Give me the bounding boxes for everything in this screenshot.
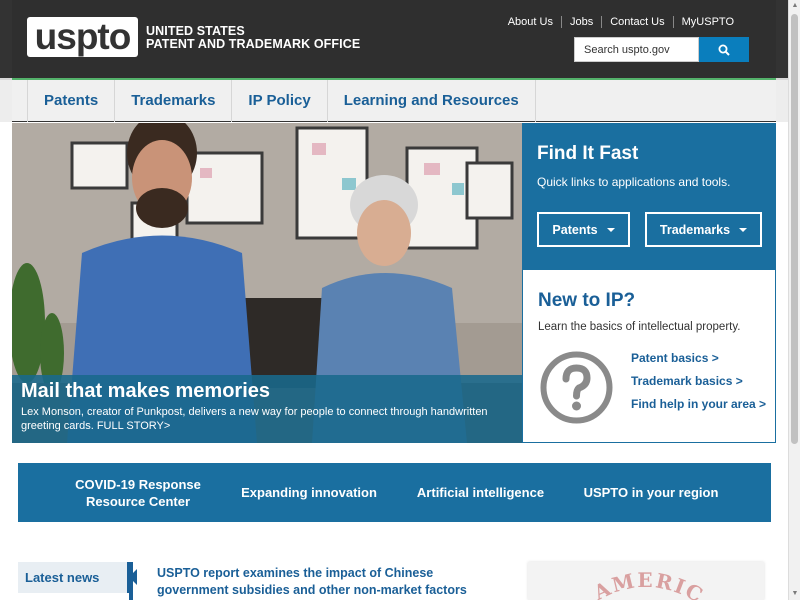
patent-basics-link[interactable]: Patent basics > (631, 352, 766, 365)
nav-item-trademarks[interactable]: Trademarks (115, 80, 233, 122)
trademark-basics-link[interactable]: Trademark basics > (631, 375, 766, 388)
latest-news-label: Latest news (25, 570, 100, 585)
nav-side-right (776, 78, 788, 122)
new-to-ip-links: Patent basics > Trademark basics > Find … (631, 352, 766, 421)
scrollbar-thumb[interactable] (791, 14, 798, 444)
scroll-down-arrow-icon[interactable]: ▼ (790, 588, 800, 600)
page: uspto UNITED STATES PATENT AND TRADEMARK… (0, 0, 788, 600)
find-it-fast-panel: Find It Fast Quick links to applications… (522, 123, 776, 270)
feature-band: COVID-19 Response Resource Center Expand… (18, 463, 771, 522)
about-us-link[interactable]: About Us (500, 16, 561, 28)
search-bar (574, 37, 749, 62)
search-icon (718, 44, 730, 56)
main-nav: Patents Trademarks IP Policy Learning an… (12, 78, 776, 122)
trademarks-dropdown-label: Trademarks (659, 222, 731, 237)
new-to-ip-title: New to IP? (538, 290, 636, 311)
nav-item-learning-resources[interactable]: Learning and Resources (328, 80, 536, 122)
find-help-link[interactable]: Find help in your area > (631, 398, 766, 411)
news-divider (129, 562, 133, 600)
find-it-fast-subtitle: Quick links to applications and tools. (537, 175, 731, 189)
hero-description[interactable]: Lex Monson, creator of Punkpost, deliver… (21, 406, 513, 433)
patents-dropdown-button[interactable]: Patents (537, 212, 630, 247)
org-name: UNITED STATES PATENT AND TRADEMARK OFFIC… (146, 25, 360, 51)
trademarks-dropdown-button[interactable]: Trademarks (645, 212, 762, 247)
band-link-expanding-innovation[interactable]: Expanding innovation (238, 484, 380, 501)
nav-item-patents[interactable]: Patents (27, 80, 116, 122)
band-link-covid[interactable]: COVID-19 Response Resource Center (73, 476, 203, 510)
contact-us-link[interactable]: Contact Us (601, 16, 672, 28)
hero-banner[interactable]: Mail that makes memories Lex Monson, cre… (12, 123, 522, 443)
stamp-card[interactable]: AMERICAN (528, 562, 764, 600)
hero-title[interactable]: Mail that makes memories (21, 379, 513, 403)
band-link-uspto-region[interactable]: USPTO in your region (580, 484, 722, 501)
jobs-link[interactable]: Jobs (560, 16, 601, 28)
page-scrollbar[interactable]: ▲ ▼ (788, 0, 800, 600)
header: uspto UNITED STATES PATENT AND TRADEMARK… (0, 0, 788, 78)
caret-down-icon (739, 227, 748, 232)
search-button[interactable] (699, 37, 749, 62)
uspto-logo[interactable]: uspto (27, 17, 138, 57)
caret-down-icon (606, 227, 615, 232)
new-to-ip-subtitle: Learn the basics of intellectual propert… (538, 321, 741, 333)
latest-news-tab[interactable]: Latest news (18, 562, 137, 593)
nav-side-left (0, 78, 12, 122)
question-icon (540, 351, 613, 424)
org-name-line2: PATENT AND TRADEMARK OFFICE (146, 37, 361, 51)
find-it-fast-title: Find It Fast (537, 143, 639, 164)
news-headline-link[interactable]: USPTO report examines the impact of Chin… (157, 565, 477, 599)
myuspto-link[interactable]: MyUSPTO (672, 16, 742, 28)
svg-text:AMERICAN: AMERICAN (528, 562, 708, 600)
band-link-artificial-intelligence[interactable]: Artificial intelligence (413, 484, 548, 501)
utility-links: About Us Jobs Contact Us MyUSPTO (500, 16, 742, 28)
stamp-image: AMERICAN (528, 562, 708, 600)
search-input[interactable] (574, 37, 699, 62)
stamp-text: AMERICAN (528, 562, 706, 600)
scroll-up-arrow-icon[interactable]: ▲ (790, 0, 800, 12)
nav-item-ip-policy[interactable]: IP Policy (232, 80, 328, 122)
new-to-ip-panel: New to IP? Learn the basics of intellect… (522, 270, 776, 443)
hero-caption: Mail that makes memories Lex Monson, cre… (12, 375, 522, 443)
patents-dropdown-label: Patents (552, 222, 598, 237)
